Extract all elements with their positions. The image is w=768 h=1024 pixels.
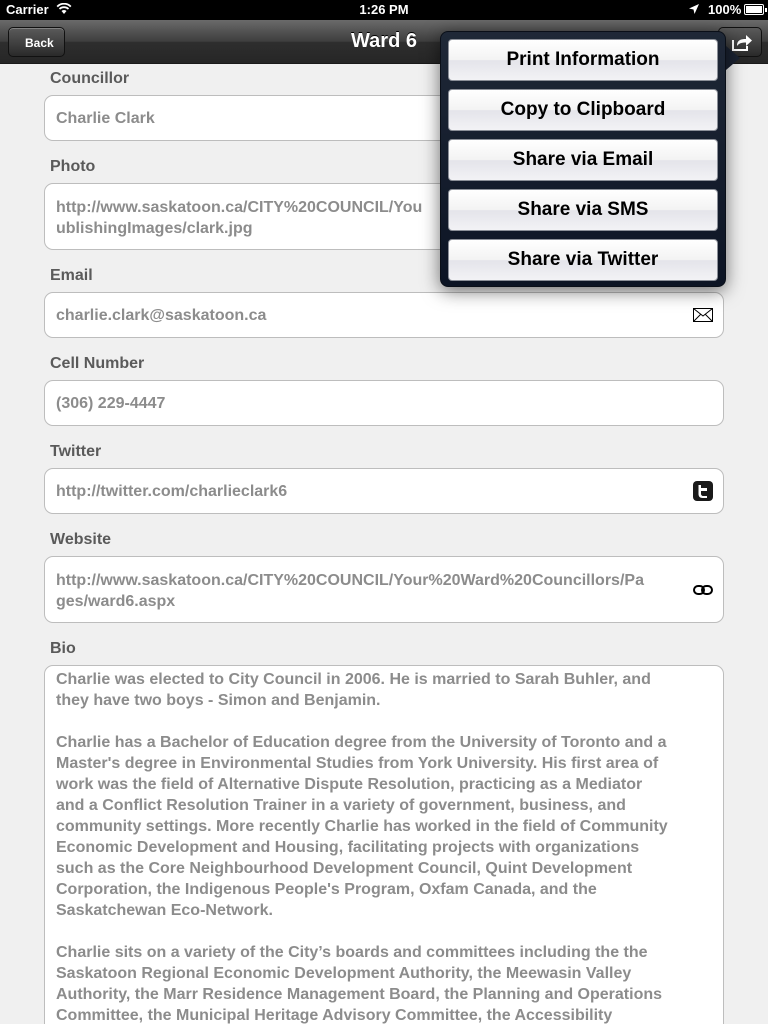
bio-line: Committee, the Municipal Heritage Adviso… [56, 1007, 613, 1024]
twitter-field[interactable]: http://twitter.com/charlieclark6 [44, 468, 724, 514]
bio-line: Economic Development and Housing, facili… [56, 839, 640, 856]
bio-line: Charlie was elected to City Council in 2… [56, 671, 651, 688]
cell-number-field[interactable]: (306) 229-4447 [44, 380, 724, 426]
battery-percent: 100% [708, 2, 742, 17]
twitter-icon[interactable] [693, 481, 713, 501]
bio-line: they have two boys - Simon and Benjamin. [56, 692, 381, 709]
status-bar: Carrier 1:26 PM 100% [0, 0, 768, 20]
envelope-icon[interactable] [693, 308, 713, 322]
share-popover: Print Information Copy to Clipboard Shar… [440, 31, 726, 287]
print-information-button[interactable]: Print Information [448, 39, 718, 81]
email-label: Email [50, 267, 93, 284]
bio-line: Charlie sits on a variety of the City’s … [56, 944, 648, 961]
cell-number-label: Cell Number [50, 355, 145, 372]
photo-label: Photo [50, 158, 96, 175]
bio-blank-line [56, 711, 717, 732]
bio-field[interactable]: Charlie was elected to City Council in 2… [44, 665, 724, 1024]
bio-line: Corporation, the Indigenous People's Pro… [56, 881, 597, 898]
clock: 1:26 PM [359, 2, 409, 17]
bio-line: community settings. More recently Charli… [56, 818, 668, 835]
bio-line: Saskatoon Regional Economic Development … [56, 965, 632, 982]
bio-line: work was the field of Alternative Disput… [56, 776, 643, 793]
website-field[interactable]: http://www.saskatoon.ca/CITY%20COUNCIL/Y… [44, 556, 724, 623]
email-field[interactable]: charlie.clark@saskatoon.ca [44, 292, 724, 338]
councillor-label: Councillor [50, 70, 130, 87]
cell-number-value: (306) 229-4447 [56, 395, 166, 412]
bio-line: and a Conflict Resolution Trainer in a v… [56, 797, 626, 814]
email-value: charlie.clark@saskatoon.ca [56, 307, 267, 324]
location-arrow-icon [689, 4, 699, 14]
share-via-twitter-button[interactable]: Share via Twitter [448, 239, 718, 281]
website-label: Website [50, 531, 112, 548]
popover-arrow [726, 46, 740, 70]
bio-blank-line [56, 921, 717, 942]
bio-line: Charlie has a Bachelor of Education degr… [56, 734, 667, 751]
link-icon[interactable] [693, 584, 713, 596]
website-value-line-2: ges/ward6.aspx [56, 593, 176, 610]
share-via-email-button[interactable]: Share via Email [448, 139, 718, 181]
bio-line: Authority, the Marr Residence Management… [56, 986, 663, 1003]
twitter-value: http://twitter.com/charlieclark6 [56, 483, 288, 500]
copy-to-clipboard-button[interactable]: Copy to Clipboard [448, 89, 718, 131]
website-value-line-1: http://www.saskatoon.ca/CITY%20COUNCIL/Y… [56, 572, 644, 589]
bio-line: Saskatchewan Eco-Network. [56, 902, 273, 919]
twitter-label: Twitter [50, 443, 102, 460]
share-via-sms-button[interactable]: Share via SMS [448, 189, 718, 231]
bio-line: such as the Core Neighbourhood Developme… [56, 860, 633, 877]
battery-icon [744, 4, 767, 15]
bio-label: Bio [50, 640, 76, 657]
bio-line: Master's degree in Environmental Studies… [56, 755, 659, 772]
